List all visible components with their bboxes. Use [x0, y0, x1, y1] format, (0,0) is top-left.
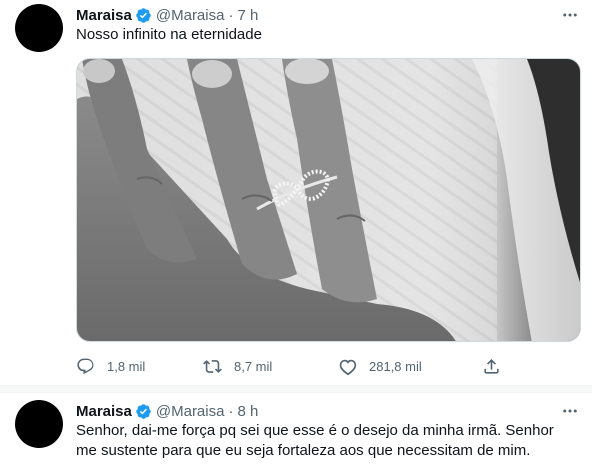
like-icon — [339, 359, 357, 375]
verified-badge-icon — [135, 7, 152, 24]
retweet-count: 8,7 mil — [234, 358, 273, 374]
tweet-text: Nosso infinito na eternidade — [76, 26, 262, 43]
tweet[interactable]: Maraisa @Maraisa · 7 h Nosso infinito na… — [0, 0, 592, 385]
more-icon[interactable] — [560, 5, 580, 25]
tweet-actions: 1,8 mil 8,7 mil 281,8 mil — [76, 354, 506, 378]
separator: · — [228, 6, 234, 24]
timestamp[interactable]: 7 h — [237, 7, 258, 24]
tweet-text: Senhor, dai-me força pq sei que esse é o… — [76, 422, 554, 459]
display-name[interactable]: Maraisa — [76, 403, 132, 420]
avatar[interactable] — [15, 400, 63, 448]
display-name[interactable]: Maraisa — [76, 7, 132, 24]
reply-button[interactable]: 1,8 mil — [76, 354, 145, 378]
hand-with-infinity-ring-photo — [77, 59, 580, 341]
tweet-photo[interactable] — [76, 58, 581, 342]
verified-badge-icon — [135, 403, 152, 420]
reply-icon — [77, 358, 94, 374]
retweet-icon — [203, 359, 222, 373]
like-button[interactable]: 281,8 mil — [338, 354, 422, 378]
handle[interactable]: @Maraisa — [156, 403, 225, 420]
avatar[interactable] — [15, 4, 63, 52]
tweet-header: Maraisa @Maraisa · 7 h — [76, 5, 258, 25]
reply-count: 1,8 mil — [107, 358, 146, 374]
retweet-button[interactable]: 8,7 mil — [203, 354, 272, 378]
tweet[interactable]: Maraisa @Maraisa · 8 h Senhor, dai-me fo… — [0, 393, 592, 476]
timestamp[interactable]: 8 h — [237, 403, 258, 420]
more-icon[interactable] — [560, 401, 580, 421]
share-icon — [484, 358, 499, 374]
separator: · — [228, 402, 234, 420]
handle[interactable]: @Maraisa — [156, 7, 225, 24]
like-count: 281,8 mil — [369, 358, 422, 374]
tweet-header: Maraisa @Maraisa · 8 h — [76, 401, 258, 421]
share-button[interactable] — [482, 354, 513, 378]
tweet-divider — [0, 385, 592, 393]
